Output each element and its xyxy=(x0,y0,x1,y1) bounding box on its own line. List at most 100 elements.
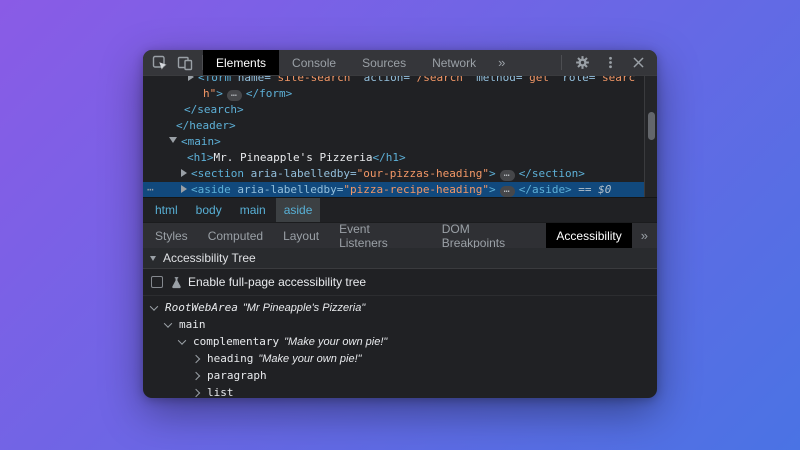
device-toolbar-icon[interactable] xyxy=(177,55,193,71)
panel-tab-layout[interactable]: Layout xyxy=(273,223,329,248)
panel-tab-dom-breakpoints[interactable]: DOM Breakpoints xyxy=(432,223,547,248)
dom-node-main-open[interactable]: <main> xyxy=(143,134,644,150)
breadcrumb: htmlbodymainaside xyxy=(143,197,657,222)
code-token-val: "our-pizzas-heading" xyxy=(357,167,489,180)
breadcrumb-aside[interactable]: aside xyxy=(276,198,321,222)
elements-dom-tree: <form name="site-search" action="/search… xyxy=(143,76,657,197)
chevron-right-icon[interactable] xyxy=(192,371,200,379)
code-token-plain: Mr. Pineapple's Pizzeria xyxy=(214,151,373,164)
code-token-plain xyxy=(231,76,238,84)
enable-fullpage-a11y-row: Enable full-page accessibility tree xyxy=(143,269,657,296)
dom-scrollbar[interactable] xyxy=(644,76,657,197)
enable-fullpage-a11y-label: Enable full-page accessibility tree xyxy=(188,275,366,289)
dom-node-form-close[interactable]: h"> … </form> xyxy=(143,86,644,102)
code-token-plain xyxy=(357,76,364,84)
a11y-role-label: complementary xyxy=(193,335,279,348)
a11y-role-label: RootWebArea xyxy=(165,301,238,314)
code-token-val: "pizza-recipe-heading" xyxy=(343,183,489,196)
chevron-down-icon[interactable] xyxy=(150,302,158,310)
tab-network[interactable]: Network xyxy=(419,50,489,75)
code-token-tag: </form> xyxy=(246,87,292,100)
a11y-node-list[interactable]: list xyxy=(143,384,657,398)
code-token-tag: </h1> xyxy=(372,151,405,164)
chevron-down-icon[interactable] xyxy=(164,319,172,327)
dom-node-section[interactable]: <section aria-labelledby="our-pizzas-hea… xyxy=(143,166,644,182)
code-token-val: h" xyxy=(203,87,216,100)
a11y-accessible-name: "Make your own pie!" xyxy=(284,336,387,348)
tab-sources[interactable]: Sources xyxy=(349,50,419,75)
panel-tab-accessibility[interactable]: Accessibility xyxy=(546,223,631,248)
inline-expand-pill[interactable]: … xyxy=(500,170,515,181)
code-token-attr: aria-labelledby= xyxy=(237,183,343,196)
devtools-toolbar: ElementsConsoleSourcesNetwork » xyxy=(143,50,657,76)
close-icon[interactable] xyxy=(631,55,646,70)
accessibility-tree-title: Accessibility Tree xyxy=(163,251,256,265)
code-token-tag: <section xyxy=(191,167,244,180)
a11y-role-label: paragraph xyxy=(207,369,267,382)
a11y-role-label: list xyxy=(207,386,234,398)
experiment-flask-icon xyxy=(170,276,183,289)
dom-node-h1[interactable]: <h1>Mr. Pineapple's Pizzeria</h1> xyxy=(143,150,644,166)
breadcrumb-main[interactable]: main xyxy=(232,198,274,222)
panel-tab-computed[interactable]: Computed xyxy=(198,223,273,248)
toolbar-separator-right xyxy=(561,55,562,70)
dom-node-search-close[interactable]: </search> xyxy=(143,102,644,118)
expand-arrow-icon[interactable] xyxy=(188,76,194,81)
collapse-arrow-icon[interactable] xyxy=(169,137,177,143)
section-collapse-triangle-icon xyxy=(150,256,156,261)
breadcrumb-body[interactable]: body xyxy=(188,198,230,222)
devtools-tabs: ElementsConsoleSourcesNetwork xyxy=(203,50,489,75)
a11y-role-label: heading xyxy=(207,352,253,365)
code-token-tag: <h1> xyxy=(187,151,214,164)
enable-fullpage-a11y-checkbox[interactable] xyxy=(151,276,163,288)
dom-tree-lines: <form name="site-search" action="/search… xyxy=(143,76,644,197)
panel-tab-styles[interactable]: Styles xyxy=(145,223,198,248)
inline-expand-pill[interactable]: … xyxy=(227,90,242,101)
panel-more-tabs-icon[interactable]: » xyxy=(632,223,657,248)
tab-elements[interactable]: Elements xyxy=(203,50,279,75)
code-token-val: "searc xyxy=(595,76,635,84)
more-tabs-icon[interactable]: » xyxy=(489,50,514,75)
dom-node-form-open[interactable]: <form name="site-search" action="/search… xyxy=(143,76,644,86)
code-token-val: "get" xyxy=(523,76,556,84)
chevron-right-icon[interactable] xyxy=(192,388,200,396)
code-token-plain xyxy=(244,167,251,180)
a11y-node-complementary[interactable]: complementary "Make your own pie!" xyxy=(143,333,657,350)
node-menu-dots-icon[interactable]: ⋯ xyxy=(147,182,155,197)
code-token-val: "/search" xyxy=(410,76,470,84)
code-token-tag: </aside> xyxy=(519,183,572,196)
a11y-node-paragraph[interactable]: paragraph xyxy=(143,367,657,384)
settings-gear-icon[interactable] xyxy=(575,55,590,70)
code-token-attr: name= xyxy=(238,76,271,84)
code-token-tag: > xyxy=(489,167,496,180)
sidebar-panel-tabs: StylesComputedLayoutEvent ListenersDOM B… xyxy=(143,222,657,248)
code-token-attr: method= xyxy=(476,76,522,84)
dom-node-aside[interactable]: ⋯ <aside aria-labelledby="pizza-recipe-he… xyxy=(143,182,644,197)
panel-tab-event-listeners[interactable]: Event Listeners xyxy=(329,223,432,248)
inspect-element-icon[interactable] xyxy=(152,55,168,71)
expand-arrow-icon[interactable] xyxy=(181,185,187,193)
code-token-eq: == $0 xyxy=(572,183,612,196)
code-token-tag: </header> xyxy=(176,119,236,132)
chevron-right-icon[interactable] xyxy=(192,354,200,362)
code-token-val: "site-search" xyxy=(271,76,357,84)
code-token-tag: <aside xyxy=(191,183,231,196)
toolbar-right-icons xyxy=(552,50,657,75)
dom-scrollbar-thumb[interactable] xyxy=(648,112,655,140)
kebab-menu-icon[interactable] xyxy=(603,55,618,70)
a11y-node-rootwebarea[interactable]: RootWebArea"Mr Pineapple's Pizzeria" xyxy=(143,299,657,316)
inline-expand-pill[interactable]: … xyxy=(500,186,515,197)
chevron-down-icon[interactable] xyxy=(178,336,186,344)
toolbar-left-icons xyxy=(143,50,202,75)
tab-console[interactable]: Console xyxy=(279,50,349,75)
a11y-node-main[interactable]: main xyxy=(143,316,657,333)
breadcrumb-html[interactable]: html xyxy=(147,198,186,222)
code-token-tag: </section> xyxy=(519,167,585,180)
code-token-tag: </search> xyxy=(184,103,244,116)
code-token-tag: > xyxy=(216,87,223,100)
accessibility-tree-section-header[interactable]: Accessibility Tree xyxy=(143,248,657,269)
dom-node-header-close[interactable]: </header> xyxy=(143,118,644,134)
expand-arrow-icon[interactable] xyxy=(181,169,187,177)
a11y-node-heading[interactable]: heading"Make your own pie!" xyxy=(143,350,657,367)
a11y-tree: RootWebArea"Mr Pineapple's Pizzeria"main… xyxy=(143,296,657,398)
